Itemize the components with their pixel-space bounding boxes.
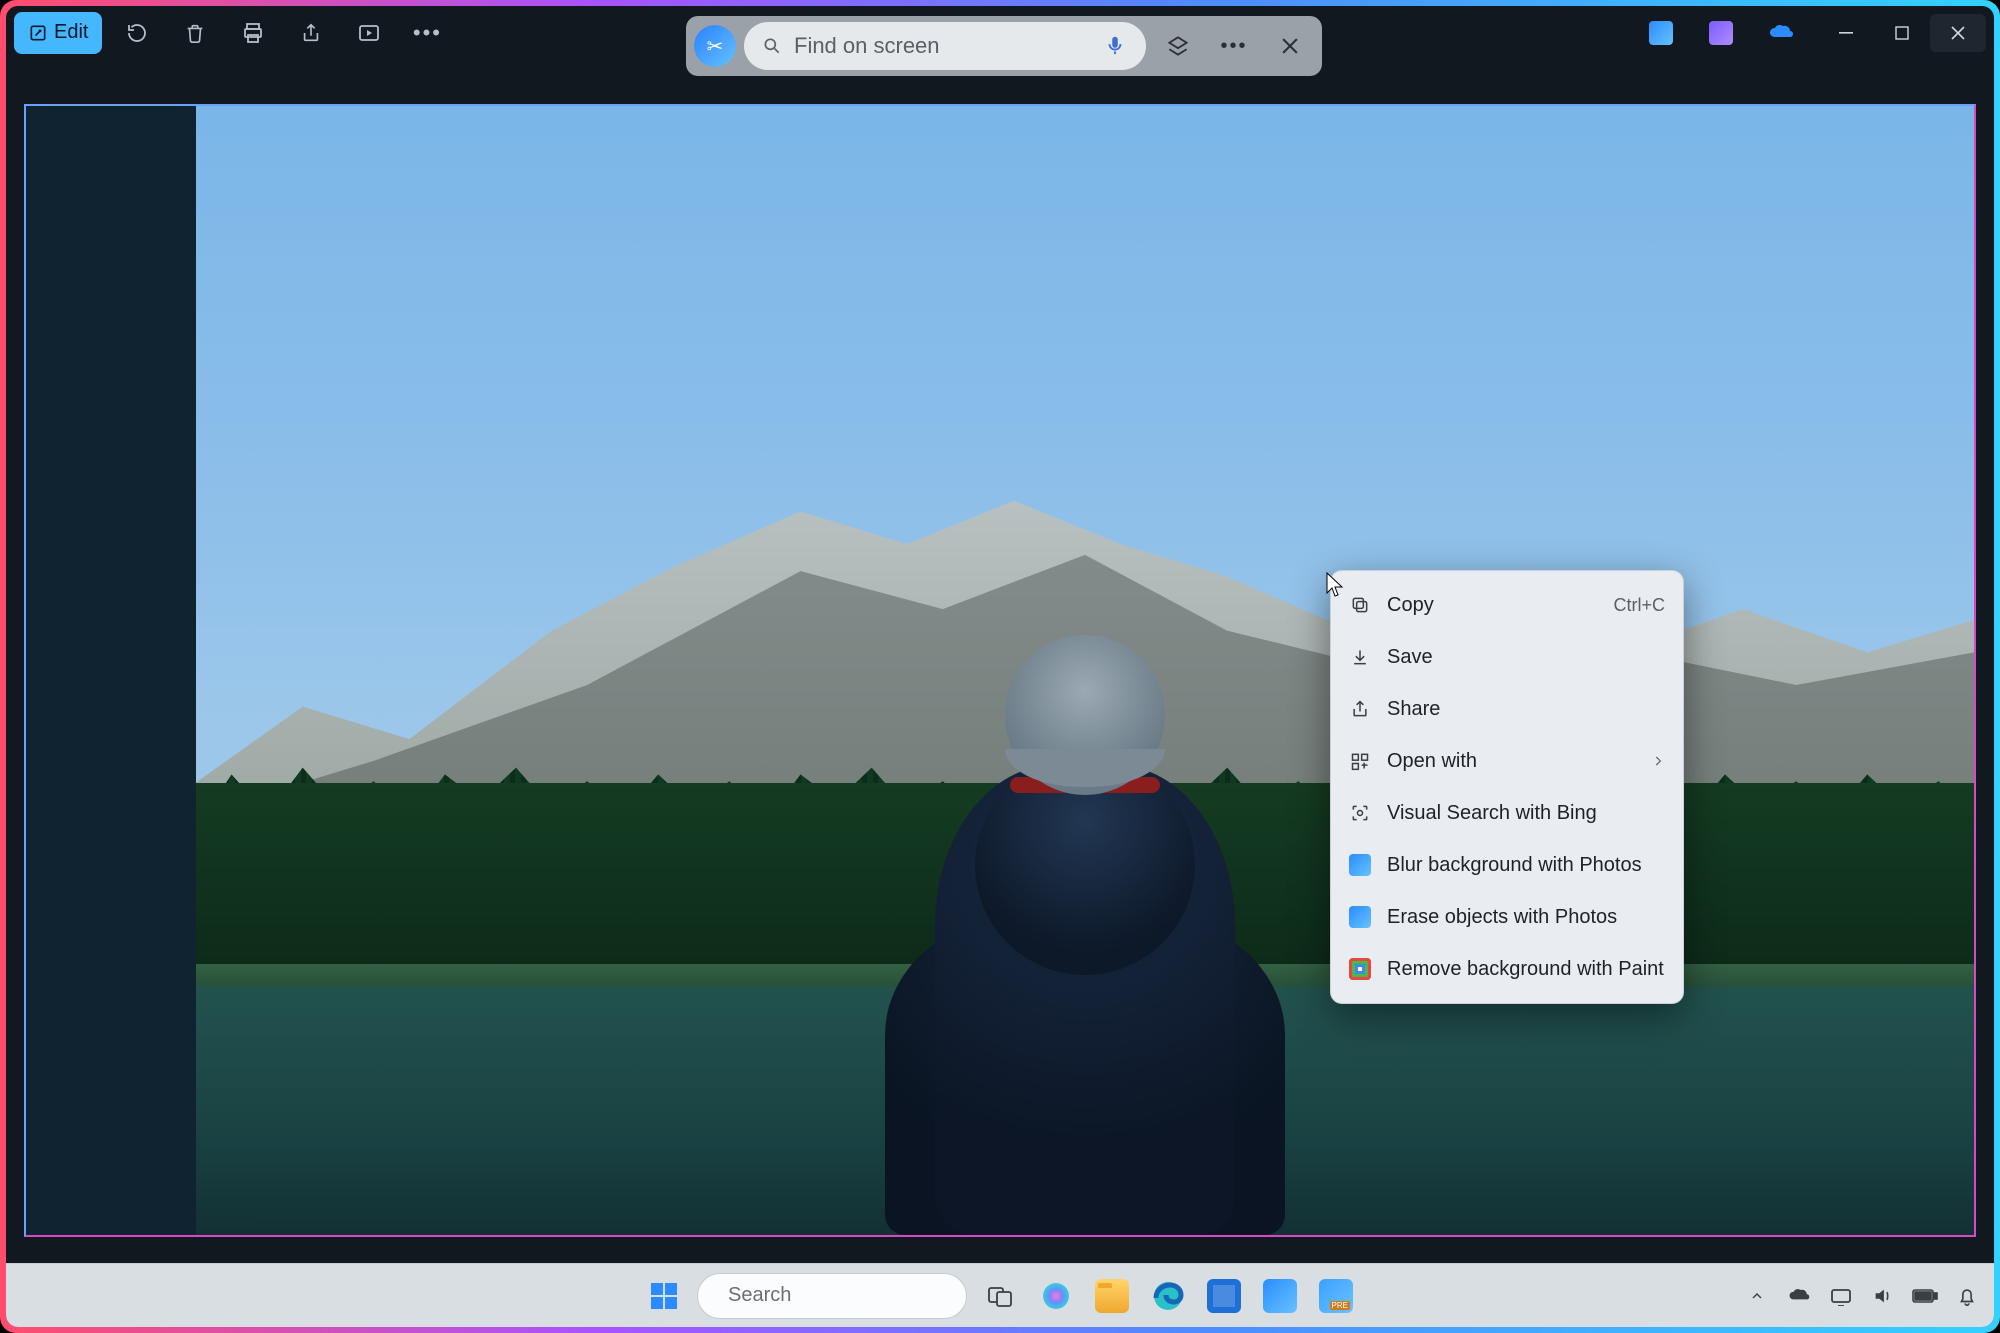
ctx-label: Copy (1387, 594, 1597, 617)
paint-icon (1349, 958, 1371, 980)
capsule-close-button[interactable] (1266, 22, 1314, 70)
delete-button[interactable] (166, 13, 224, 53)
edit-button[interactable]: Edit (14, 12, 102, 54)
canvas-letterbox (26, 106, 196, 1235)
ctx-remove-background[interactable]: Remove background with Paint (1331, 943, 1683, 995)
displayed-image (196, 106, 1974, 1235)
onedrive-chip-icon[interactable] (1752, 13, 1810, 53)
task-view-button[interactable] (977, 1273, 1023, 1319)
close-button[interactable] (1930, 14, 1986, 52)
ctx-accelerator: Ctrl+C (1613, 595, 1665, 616)
ctx-label: Remove background with Paint (1387, 958, 1665, 981)
taskbar: PRE (6, 1263, 1994, 1327)
ctx-share[interactable]: Share (1331, 683, 1683, 735)
store-icon[interactable] (1201, 1273, 1247, 1319)
context-menu: Copy Ctrl+C Save Share Open with (1330, 570, 1684, 1004)
photos-chip-icon[interactable] (1632, 13, 1690, 53)
onedrive-tray-icon[interactable] (1786, 1283, 1812, 1309)
share-icon (1349, 698, 1371, 720)
find-input[interactable] (794, 33, 1092, 59)
ctx-label: Open with (1387, 750, 1635, 773)
photos-icon (1349, 906, 1371, 928)
clipchamp-chip-icon[interactable] (1692, 13, 1750, 53)
ctx-label: Blur background with Photos (1387, 854, 1665, 877)
ctx-label: Erase objects with Photos (1387, 906, 1665, 929)
ctx-visual-search[interactable]: Visual Search with Bing (1331, 787, 1683, 839)
ctx-blur-background[interactable]: Blur background with Photos (1331, 839, 1683, 891)
find-on-screen-bar: ✂ ••• (686, 16, 1322, 76)
network-tray-icon[interactable] (1828, 1283, 1854, 1309)
open-with-icon (1349, 750, 1371, 772)
start-button[interactable] (641, 1273, 687, 1319)
ctx-copy[interactable]: Copy Ctrl+C (1331, 579, 1683, 631)
download-icon (1349, 646, 1371, 668)
ctx-label: Visual Search with Bing (1387, 802, 1665, 825)
capsule-more-button[interactable]: ••• (1210, 22, 1258, 70)
photos-icon (1349, 854, 1371, 876)
explorer-icon[interactable] (1089, 1273, 1135, 1319)
maximize-button[interactable] (1874, 14, 1930, 52)
taskbar-search[interactable] (697, 1273, 967, 1319)
more-button[interactable]: ••• (398, 13, 456, 53)
minimize-button[interactable] (1818, 14, 1874, 52)
copy-icon (1349, 594, 1371, 616)
app-window: Edit ••• (6, 6, 1994, 1327)
tray-chevron-icon[interactable] (1744, 1283, 1770, 1309)
search-icon (762, 36, 782, 56)
ctx-open-with[interactable]: Open with (1331, 735, 1683, 787)
rotate-button[interactable] (108, 13, 166, 53)
visual-search-icon (1349, 802, 1371, 824)
edit-icon (28, 23, 48, 43)
photos-taskbar-icon[interactable] (1257, 1273, 1303, 1319)
ctx-label: Share (1387, 698, 1665, 721)
edge-icon[interactable] (1145, 1273, 1191, 1319)
print-button[interactable] (224, 13, 282, 53)
snipping-tool-taskbar-icon[interactable]: PRE (1313, 1273, 1359, 1319)
taskbar-search-input[interactable] (728, 1284, 993, 1307)
volume-tray-icon[interactable] (1870, 1283, 1896, 1309)
copilot-icon[interactable] (1154, 22, 1202, 70)
share-button[interactable] (282, 13, 340, 53)
chevron-right-icon (1651, 754, 1665, 768)
ctx-erase-objects[interactable]: Erase objects with Photos (1331, 891, 1683, 943)
edit-label: Edit (54, 21, 88, 44)
battery-tray-icon[interactable] (1912, 1283, 1938, 1309)
copilot-taskbar-icon[interactable] (1033, 1273, 1079, 1319)
snipping-tool-icon: ✂ (694, 25, 736, 67)
ctx-label: Save (1387, 646, 1665, 669)
notifications-tray-icon[interactable] (1954, 1283, 1980, 1309)
mic-icon[interactable] (1104, 34, 1128, 58)
ctx-save[interactable]: Save (1331, 631, 1683, 683)
slideshow-button[interactable] (340, 13, 398, 53)
system-tray (1744, 1283, 1980, 1309)
find-input-wrap[interactable] (744, 22, 1146, 70)
